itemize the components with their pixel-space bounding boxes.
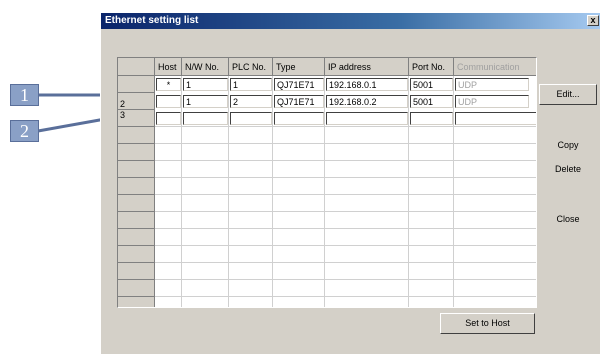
window-title: Ethernet setting list: [105, 15, 199, 26]
delete-button[interactable]: Delete: [539, 160, 597, 181]
type-field[interactable]: QJ71E71: [274, 95, 324, 108]
column-header-corner: [118, 58, 155, 76]
row-header[interactable]: [118, 297, 155, 307]
host-field[interactable]: [156, 95, 181, 108]
row-header-1[interactable]: [118, 76, 155, 93]
set-to-host-button[interactable]: Set to Host: [440, 313, 535, 334]
row-header[interactable]: [118, 263, 155, 280]
row-header[interactable]: [118, 161, 155, 178]
plc-no-field[interactable]: [230, 112, 272, 125]
ethernet-setting-window: Ethernet setting list x Host N/W No. PLC…: [100, 12, 600, 354]
callout-1: 1: [10, 84, 39, 106]
communication-field[interactable]: UDP: [455, 78, 529, 91]
column-header-nw-no[interactable]: N/W No.: [182, 58, 229, 76]
close-icon[interactable]: x: [587, 15, 599, 26]
column-header-host[interactable]: Host: [155, 58, 182, 76]
callout-2: 2: [10, 120, 39, 142]
nw-no-field[interactable]: [183, 112, 228, 125]
nw-no-field[interactable]: 1: [183, 95, 228, 108]
communication-field[interactable]: UDP: [455, 95, 529, 108]
row-header[interactable]: [118, 212, 155, 229]
row-header[interactable]: [118, 178, 155, 195]
row-header[interactable]: [118, 127, 155, 144]
row-header[interactable]: [118, 144, 155, 161]
type-field[interactable]: [274, 112, 324, 125]
ethernet-settings-table: Host N/W No. PLC No. Type IP address Por…: [117, 57, 537, 308]
row-header[interactable]: [118, 280, 155, 297]
column-header-plc-no[interactable]: PLC No.: [229, 58, 273, 76]
communication-field[interactable]: [455, 112, 536, 125]
ip-address-field[interactable]: 192.168.0.2: [326, 95, 408, 108]
row-header[interactable]: [118, 195, 155, 212]
ip-address-field[interactable]: 192.168.0.1: [326, 78, 408, 91]
nw-no-field[interactable]: 1: [183, 78, 228, 91]
host-field[interactable]: [156, 112, 181, 125]
column-header-port-no[interactable]: Port No.: [409, 58, 454, 76]
port-no-field[interactable]: [410, 112, 453, 125]
edit-button[interactable]: Edit...: [539, 84, 597, 105]
plc-no-field[interactable]: 2: [230, 95, 272, 108]
column-header-communication[interactable]: Communication: [454, 58, 536, 76]
copy-button[interactable]: Copy: [539, 136, 597, 157]
close-button[interactable]: Close: [539, 210, 597, 231]
row-header[interactable]: [118, 246, 155, 263]
plc-no-field[interactable]: 1: [230, 78, 272, 91]
type-field[interactable]: QJ71E71: [274, 78, 324, 91]
ip-address-field[interactable]: [326, 112, 408, 125]
row-header[interactable]: [118, 229, 155, 246]
title-bar: Ethernet setting list x: [101, 13, 600, 29]
port-no-field[interactable]: 5001: [410, 78, 453, 91]
port-no-field[interactable]: 5001: [410, 95, 453, 108]
host-field[interactable]: *: [156, 78, 181, 91]
row-header-3[interactable]: 3: [118, 110, 155, 127]
row-header-2[interactable]: 2: [118, 93, 155, 110]
column-header-ip-address[interactable]: IP address: [325, 58, 409, 76]
column-header-type[interactable]: Type: [273, 58, 325, 76]
